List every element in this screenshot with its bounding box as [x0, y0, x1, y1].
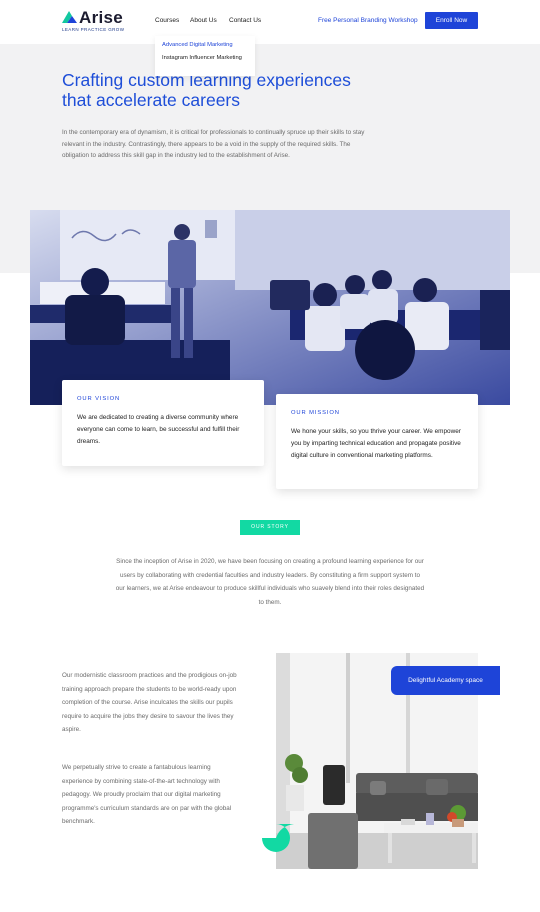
logo-mark-icon: [62, 11, 77, 23]
dropdown-item-advanced-digital-marketing[interactable]: Advanced Digital Marketing: [162, 41, 233, 49]
teal-drop-decoration: [262, 824, 294, 852]
logo-word: Arise: [79, 8, 124, 27]
hero-intro-text: In the contemporary era of dynamism, it …: [62, 129, 365, 160]
courses-dropdown: Advanced Digital Marketing Instagram Inf…: [155, 36, 255, 76]
about-paragraph-1: Our modernistic classroom practices and …: [62, 672, 237, 733]
hero-title: Crafting custom learning experiences tha…: [62, 70, 351, 110]
about-paragraph-2: We perpetually strive to create a fantab…: [62, 764, 232, 825]
mission-text: We hone your skills, so you thrive your …: [291, 428, 461, 459]
dropdown-item-instagram-influencer-marketing[interactable]: Instagram Influencer Marketing: [162, 54, 248, 62]
workshop-link[interactable]: Free Personal Branding Workshop: [318, 17, 418, 24]
academy-space-badge: Delightful Academy space: [391, 666, 500, 695]
our-story-badge: OUR STORY: [240, 520, 300, 535]
classroom-illustration: [30, 210, 510, 405]
vision-label: OUR VISION: [77, 396, 121, 402]
mission-label: OUR MISSION: [291, 410, 340, 416]
nav-about-us[interactable]: About Us: [190, 17, 217, 24]
enroll-now-button[interactable]: Enroll Now: [425, 12, 478, 29]
nav-courses[interactable]: Courses: [155, 17, 179, 24]
our-story-text: Since the inception of Arise in 2020, we…: [115, 558, 425, 606]
vision-card: OUR VISION We are dedicated to creating …: [62, 380, 264, 466]
site-header: Arise LEARN PRACTICE GROW Courses About …: [0, 0, 540, 44]
classroom-photo: [30, 210, 510, 405]
mission-card: OUR MISSION We hone your skills, so you …: [276, 394, 478, 489]
logo-tagline: LEARN PRACTICE GROW: [62, 27, 125, 32]
vision-text: We are dedicated to creating a diverse c…: [77, 414, 240, 445]
nav-contact-us[interactable]: Contact Us: [229, 17, 261, 24]
